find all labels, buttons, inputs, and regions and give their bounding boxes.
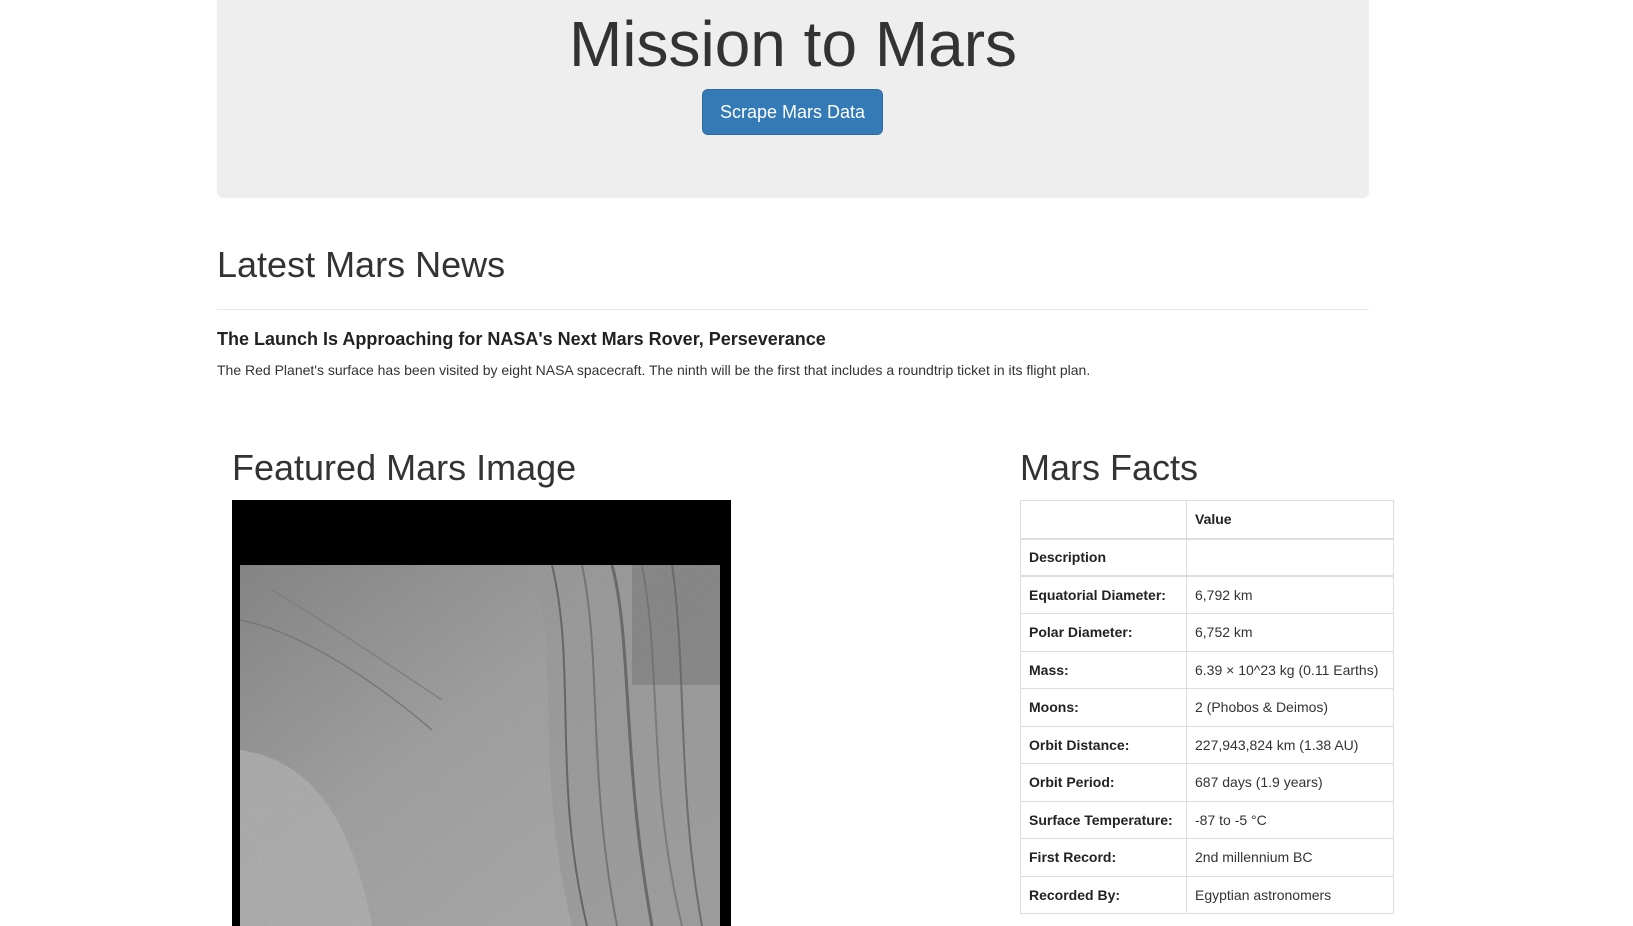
fact-label: First Record: bbox=[1020, 838, 1187, 877]
fact-value: 6.39 × 10^23 kg (0.11 Earths) bbox=[1186, 650, 1394, 689]
fact-value: 227,943,824 km (1.38 AU) bbox=[1186, 725, 1394, 764]
scrape-mars-data-button[interactable]: Scrape Mars Data bbox=[702, 89, 883, 135]
fact-label: Orbit Distance: bbox=[1020, 725, 1187, 764]
table-row: Polar Diameter: 6,752 km bbox=[1020, 613, 1394, 652]
fact-value: 687 days (1.9 years) bbox=[1186, 763, 1394, 802]
description-label: Description bbox=[1020, 538, 1187, 577]
news-paragraph: The Red Planet's surface has been visite… bbox=[217, 362, 1091, 378]
fact-value: Egyptian astronomers bbox=[1186, 875, 1394, 914]
table-row-description: Description bbox=[1020, 538, 1394, 577]
table-header-row: Value bbox=[1020, 500, 1394, 540]
table-row: First Record: 2nd millennium BC bbox=[1020, 838, 1394, 877]
latest-news-heading: Latest Mars News bbox=[217, 244, 506, 285]
mars-terrain-image bbox=[232, 500, 731, 926]
mars-facts-heading: Mars Facts bbox=[1020, 447, 1199, 488]
table-row: Recorded By: Egyptian astronomers bbox=[1020, 875, 1394, 914]
table-row: Surface Temperature: -87 to -5 °C bbox=[1020, 800, 1394, 839]
table-row: Equatorial Diameter: 6,792 km bbox=[1020, 575, 1394, 614]
table-row: Mass: 6.39 × 10^23 kg (0.11 Earths) bbox=[1020, 650, 1394, 689]
fact-value: 2nd millennium BC bbox=[1186, 838, 1394, 877]
column-header-value: Value bbox=[1186, 500, 1394, 540]
fact-value: 2 (Phobos & Deimos) bbox=[1186, 688, 1394, 727]
fact-label: Recorded By: bbox=[1020, 875, 1187, 914]
page: Mission to Mars Scrape Mars Data Latest … bbox=[0, 0, 1633, 926]
table-row: Orbit Period: 687 days (1.9 years) bbox=[1020, 763, 1394, 802]
fact-label: Orbit Period: bbox=[1020, 763, 1187, 802]
fact-label: Polar Diameter: bbox=[1020, 613, 1187, 652]
jumbotron: Mission to Mars Scrape Mars Data bbox=[217, 0, 1369, 198]
news-divider bbox=[217, 309, 1369, 310]
fact-label: Moons: bbox=[1020, 688, 1187, 727]
fact-value: 6,752 km bbox=[1186, 613, 1394, 652]
column-header-label bbox=[1020, 500, 1187, 540]
fact-value: -87 to -5 °C bbox=[1186, 800, 1394, 839]
mars-facts-table: Value Description Equatorial Diameter: 6… bbox=[1020, 500, 1394, 914]
fact-value: 6,792 km bbox=[1186, 575, 1394, 614]
page-title: Mission to Mars bbox=[568, 8, 1018, 80]
fact-label: Surface Temperature: bbox=[1020, 800, 1187, 839]
fact-label: Equatorial Diameter: bbox=[1020, 575, 1187, 614]
description-value bbox=[1186, 538, 1394, 577]
featured-mars-image bbox=[232, 500, 731, 926]
news-title: The Launch Is Approaching for NASA's Nex… bbox=[217, 329, 826, 349]
fact-label: Mass: bbox=[1020, 650, 1187, 689]
featured-image-heading: Featured Mars Image bbox=[232, 447, 577, 488]
table-row: Orbit Distance: 227,943,824 km (1.38 AU) bbox=[1020, 725, 1394, 764]
table-row: Moons: 2 (Phobos & Deimos) bbox=[1020, 688, 1394, 727]
